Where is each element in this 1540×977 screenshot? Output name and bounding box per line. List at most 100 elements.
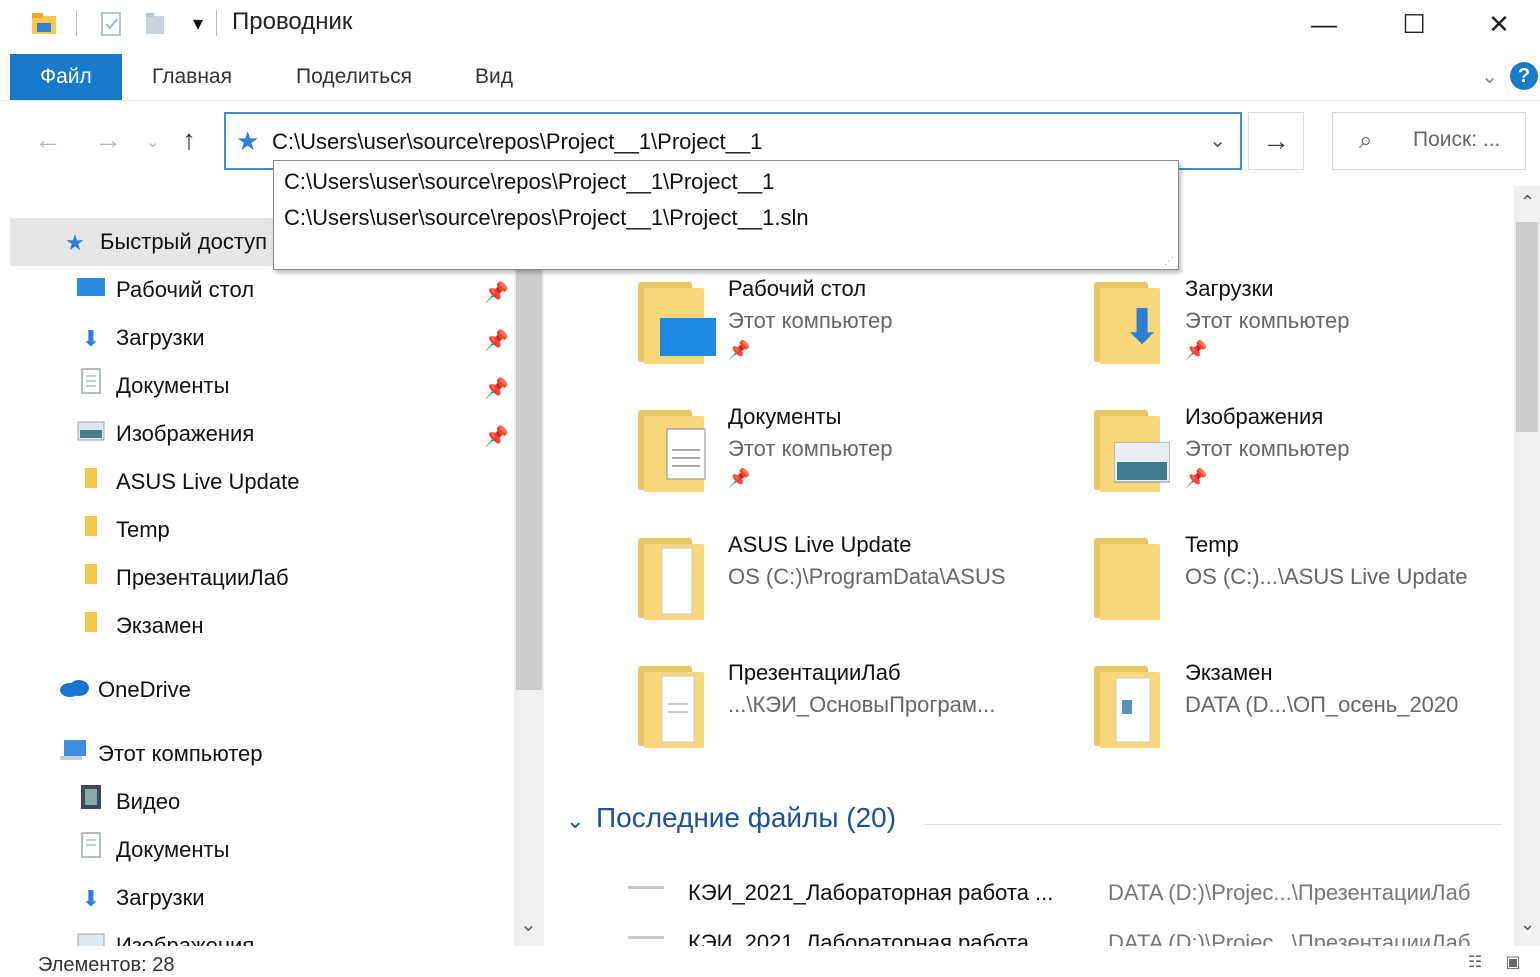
sidebar-item-label: Видео: [116, 789, 181, 814]
sidebar-item-downloads[interactable]: ⬇ Загрузки: [76, 316, 205, 360]
close-button[interactable]: ✕: [1458, 0, 1540, 48]
folder-icon[interactable]: [1094, 666, 1168, 748]
sidebar-item-label: Изображения: [116, 933, 255, 946]
sidebar-item-pc-pictures[interactable]: Изображения: [76, 924, 254, 946]
recent-files-header[interactable]: Последние файлы (20): [596, 802, 896, 834]
resize-grip-icon[interactable]: ⋰: [1164, 256, 1174, 267]
scroll-up-icon[interactable]: ⌃: [1520, 192, 1535, 213]
sidebar-item-label: Этот компьютер: [98, 741, 263, 766]
video-icon: [76, 781, 106, 825]
scroll-down-icon[interactable]: ⌄: [1520, 914, 1535, 935]
star-icon: ★: [65, 230, 85, 256]
address-autocomplete: C:\Users\user\source\repos\Project__1\Pr…: [273, 160, 1179, 270]
tile-location: OS (C:)...\ASUS Live Update: [1185, 564, 1468, 589]
large-icons-view-icon[interactable]: ▣: [1500, 952, 1526, 972]
folder-icon[interactable]: [1094, 538, 1168, 620]
search-icon: ⌕: [1359, 127, 1373, 154]
sidebar-item-pc-documents[interactable]: Документы: [76, 828, 229, 872]
recent-file-path: DATA (D:)\Projec...\ПрезентацииЛаб: [1108, 930, 1471, 946]
forward-arrow-icon[interactable]: →: [94, 124, 122, 156]
main-scrollbar-thumb[interactable]: [1516, 222, 1538, 432]
pin-icon[interactable]: 📌: [484, 280, 509, 305]
sidebar-scrollbar-thumb[interactable]: [516, 270, 542, 690]
sidebar-item-asus-live-update[interactable]: ASUS Live Update: [76, 460, 299, 504]
sidebar-item-label: Рабочий стол: [116, 277, 255, 302]
autocomplete-item[interactable]: C:\Users\user\source\repos\Project__1\Pr…: [284, 205, 809, 231]
desktop-folder-icon[interactable]: [638, 282, 716, 364]
sidebar-item-temp[interactable]: Temp: [76, 508, 170, 552]
explorer-folder-icon[interactable]: [30, 10, 58, 38]
expand-ribbon-icon[interactable]: ⌄: [1481, 64, 1498, 89]
maximize-button[interactable]: ☐: [1368, 0, 1460, 48]
scroll-down-icon[interactable]: ⌄: [520, 912, 537, 937]
table-row[interactable]: КЭИ_2021_Лабораторная работа ... DATA (D…: [548, 930, 1514, 946]
tile-name[interactable]: Загрузки: [1185, 276, 1274, 302]
tile-name[interactable]: ASUS Live Update: [728, 532, 911, 558]
search-placeholder[interactable]: Поиск: ...: [1413, 128, 1500, 152]
tile-name[interactable]: Рабочий стол: [728, 276, 866, 302]
tile-location: Этот компьютер: [728, 436, 893, 461]
toolbar-separator: [216, 10, 217, 36]
sidebar-item-quick-access[interactable]: ★ Быстрый доступ: [60, 220, 267, 264]
back-arrow-icon[interactable]: ←: [34, 124, 62, 156]
ribbon: Файл Главная Поделиться Вид ⌄ ?: [0, 54, 1540, 101]
recent-file-name[interactable]: КЭИ_2021_Лабораторная работа ...: [688, 930, 1053, 946]
tile-location: Этот компьютер: [1185, 436, 1350, 461]
sidebar-item-exam[interactable]: Экзамен: [76, 604, 204, 648]
sidebar-item-label: Изображения: [116, 421, 255, 446]
details-view-icon[interactable]: ☷: [1462, 952, 1488, 972]
pin-icon[interactable]: 📌: [484, 376, 509, 401]
tile-location: OS (C:)\ProgramData\ASUS: [728, 564, 1006, 589]
sidebar-item-documents[interactable]: Документы: [76, 364, 229, 408]
tab-home[interactable]: Главная: [140, 54, 244, 100]
autocomplete-item[interactable]: C:\Users\user\source\repos\Project__1\Pr…: [284, 169, 774, 195]
recent-file-name[interactable]: КЭИ_2021_Лабораторная работа ...: [688, 880, 1053, 906]
sidebar-item-this-pc[interactable]: Этот компьютер: [58, 732, 263, 776]
collapse-chevron-icon[interactable]: ⌄: [566, 808, 584, 834]
tile-name[interactable]: Документы: [728, 404, 841, 430]
folder-icon: [76, 605, 106, 649]
documents-folder-icon[interactable]: [638, 410, 712, 492]
tile-name[interactable]: Изображения: [1185, 404, 1323, 430]
tile-name[interactable]: ПрезентацииЛаб: [728, 660, 901, 686]
customize-toolbar-icon[interactable]: ▾: [184, 10, 212, 38]
sidebar-item-label: Загрузки: [116, 325, 205, 350]
search-box[interactable]: ⌕ Поиск: ...: [1332, 112, 1526, 170]
document-icon: [76, 365, 106, 409]
go-button[interactable]: →: [1248, 112, 1304, 170]
pictures-folder-icon[interactable]: [1094, 410, 1170, 492]
tab-view[interactable]: Вид: [464, 54, 524, 100]
tile-name[interactable]: Temp: [1185, 532, 1239, 558]
download-arrow-icon: ⬇: [81, 326, 101, 352]
address-input[interactable]: C:\Users\user\source\repos\Project__1\Pr…: [272, 129, 762, 155]
sidebar-item-pc-downloads[interactable]: ⬇ Загрузки: [76, 876, 205, 920]
help-icon[interactable]: ?: [1510, 62, 1538, 90]
sidebar-item-label: ПрезентацииЛаб: [116, 565, 289, 590]
up-arrow-icon[interactable]: ↑: [182, 124, 196, 156]
minimize-button[interactable]: —: [1278, 0, 1370, 48]
tile-name[interactable]: Экзамен: [1185, 660, 1273, 686]
sidebar-item-pictures[interactable]: Изображения: [76, 412, 254, 456]
item-count: Элементов: 28: [38, 954, 175, 976]
desktop-icon: [76, 269, 106, 313]
pictures-icon: [76, 413, 106, 457]
tab-share[interactable]: Поделиться: [282, 54, 426, 100]
sidebar-item-videos[interactable]: Видео: [76, 780, 180, 824]
properties-icon[interactable]: [98, 10, 126, 38]
sidebar-item-onedrive[interactable]: OneDrive: [58, 668, 191, 712]
pin-icon[interactable]: 📌: [484, 424, 509, 449]
sidebar-item-label: Загрузки: [116, 885, 205, 910]
sidebar-item-desktop[interactable]: Рабочий стол: [76, 268, 254, 312]
tab-file[interactable]: Файл: [10, 54, 122, 100]
folder-icon[interactable]: [638, 538, 712, 620]
folder-icon[interactable]: [638, 666, 712, 748]
recent-file-path: DATA (D:)\Projec...\ПрезентацииЛаб: [1108, 880, 1471, 905]
sidebar-item-presentations[interactable]: ПрезентацииЛаб: [76, 556, 289, 600]
downloads-folder-icon[interactable]: ⬇: [1094, 282, 1168, 364]
pin-icon[interactable]: 📌: [484, 328, 509, 353]
address-dropdown-icon[interactable]: ⌄: [1209, 128, 1226, 153]
new-folder-icon[interactable]: [142, 10, 170, 38]
sidebar-item-label: ASUS Live Update: [116, 469, 300, 494]
recent-locations-chevron-icon[interactable]: ⌄: [146, 132, 159, 152]
pin-icon: 📌: [728, 340, 751, 360]
